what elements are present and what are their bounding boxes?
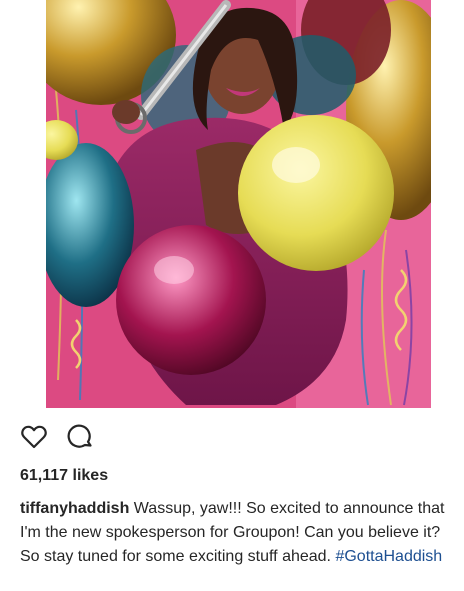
- comment-button[interactable]: [66, 424, 94, 455]
- caption-hashtag[interactable]: #GottaHaddish: [335, 548, 442, 565]
- post-actions: [20, 424, 94, 454]
- post-photo[interactable]: [46, 0, 431, 408]
- speech-bubble-icon: [67, 424, 93, 455]
- caption-username[interactable]: tiffanyhaddish: [20, 500, 129, 517]
- like-button[interactable]: [20, 425, 48, 453]
- likes-count[interactable]: 61,117 likes: [20, 467, 108, 485]
- post-caption: tiffanyhaddish Wassup, yaw!!! So excited…: [20, 497, 452, 569]
- photo-illustration: [46, 0, 431, 408]
- heart-outline-icon: [21, 425, 47, 454]
